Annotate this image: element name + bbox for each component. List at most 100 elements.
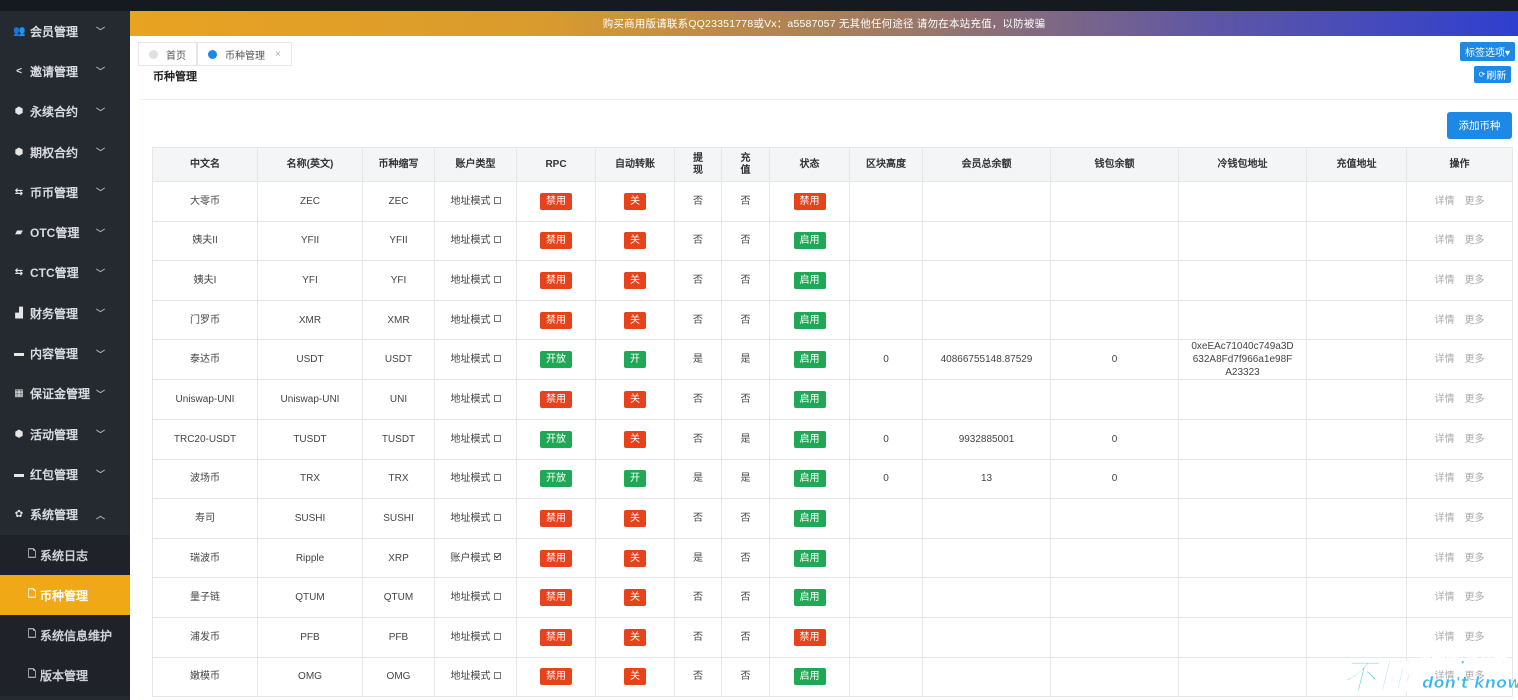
add-currency-button[interactable]: 添加币种 (1447, 112, 1512, 139)
rpc-badge[interactable]: 禁用 (540, 192, 572, 210)
account-type-checkbox[interactable] (493, 275, 501, 283)
more-link[interactable]: 更多 (1465, 592, 1485, 603)
auto-transfer-badge[interactable]: 关 (624, 232, 646, 250)
more-link[interactable]: 更多 (1465, 275, 1485, 286)
auto-transfer-badge[interactable]: 关 (624, 589, 646, 607)
status-badge[interactable]: 启用 (793, 271, 826, 289)
auto-transfer-badge[interactable]: 关 (624, 509, 646, 527)
status-badge[interactable]: 启用 (793, 509, 826, 527)
detail-link[interactable]: 详情 (1435, 632, 1455, 643)
detail-link[interactable]: 详情 (1435, 235, 1455, 246)
sidebar-item[interactable]: < 邀请管理 ﹀ (0, 51, 130, 91)
sidebar-item[interactable]: ⇆ 币币管理 ﹀ (0, 172, 130, 212)
rpc-badge[interactable]: 禁用 (540, 549, 572, 567)
account-type-checkbox[interactable] (493, 474, 501, 482)
status-badge[interactable]: 启用 (793, 351, 826, 369)
status-badge[interactable]: 启用 (793, 470, 826, 488)
detail-link[interactable]: 详情 (1435, 315, 1455, 326)
rpc-badge[interactable]: 禁用 (540, 628, 572, 646)
detail-link[interactable]: 详情 (1435, 473, 1455, 484)
status-badge[interactable]: 启用 (793, 589, 826, 607)
account-type-checkbox[interactable] (493, 593, 501, 600)
account-type-checkbox[interactable] (493, 236, 501, 244)
account-type-checkbox[interactable] (493, 434, 501, 442)
more-link[interactable]: 更多 (1465, 394, 1485, 405)
rpc-badge[interactable]: 开放 (540, 470, 572, 488)
auto-transfer-badge[interactable]: 关 (624, 549, 646, 567)
sidebar-subitem[interactable]: 🗋 系统日志 (0, 534, 130, 576)
auto-transfer-badge[interactable]: 关 (624, 668, 646, 686)
auto-transfer-badge[interactable]: 开 (624, 351, 646, 369)
rpc-badge[interactable]: 禁用 (540, 509, 572, 527)
auto-transfer-badge[interactable]: 关 (624, 192, 646, 210)
status-badge[interactable]: 启用 (793, 430, 826, 448)
detail-link[interactable]: 详情 (1435, 354, 1455, 365)
status-badge[interactable]: 启用 (793, 232, 826, 250)
more-link[interactable]: 更多 (1465, 632, 1485, 643)
more-link[interactable]: 更多 (1465, 235, 1485, 246)
sidebar-subitem[interactable]: 🗋 系统信息维护 (0, 615, 130, 656)
sidebar-item[interactable]: ⬢ 永续合约 ﹀ (0, 92, 130, 132)
status-badge[interactable]: 启用 (793, 311, 826, 329)
tab-currency-management[interactable]: 币种管理 × (197, 42, 292, 66)
account-type-label: 地址模式 (450, 631, 491, 643)
more-link[interactable]: 更多 (1465, 473, 1485, 484)
detail-link[interactable]: 详情 (1435, 513, 1455, 524)
sidebar-item[interactable]: ⬢ 活动管理 ﹀ (0, 414, 130, 454)
status-badge[interactable]: 禁用 (793, 192, 826, 210)
more-link[interactable]: 更多 (1465, 434, 1485, 445)
more-link[interactable]: 更多 (1465, 196, 1485, 207)
account-type-checkbox[interactable] (493, 196, 501, 204)
rpc-badge[interactable]: 开放 (540, 351, 572, 369)
sidebar-item[interactable]: ▟ 财务管理 ﹀ (0, 293, 130, 333)
status-badge[interactable]: 禁用 (793, 628, 826, 646)
account-type-checkbox[interactable] (493, 632, 501, 640)
auto-transfer-badge[interactable]: 关 (624, 311, 646, 329)
rpc-badge[interactable]: 禁用 (540, 391, 572, 409)
sidebar-subitem[interactable]: 🗋 币种管理 (0, 575, 130, 616)
close-icon[interactable]: × (275, 49, 281, 60)
sidebar-subitem[interactable]: 🗋 版本管理 (0, 655, 130, 697)
detail-link[interactable]: 详情 (1435, 592, 1455, 603)
sidebar-item[interactable]: ▬ 红包管理 ﹀ (0, 454, 130, 494)
rpc-badge[interactable]: 禁用 (540, 311, 572, 329)
sidebar-item[interactable]: 👥 会员管理 ﹀ (0, 11, 130, 51)
auto-transfer-badge[interactable]: 关 (624, 391, 646, 409)
auto-transfer-badge[interactable]: 关 (624, 271, 646, 289)
sidebar-item[interactable]: ⇆ CTC管理 ﹀ (0, 253, 130, 293)
account-type-checkbox[interactable] (493, 553, 501, 561)
auto-transfer-badge[interactable]: 开 (624, 470, 646, 488)
rpc-badge[interactable]: 禁用 (540, 232, 572, 250)
rpc-badge[interactable]: 禁用 (540, 668, 572, 686)
detail-link[interactable]: 详情 (1435, 275, 1455, 286)
sidebar-item[interactable]: ▦ 保证金管理 ﹀ (0, 374, 130, 414)
rpc-badge[interactable]: 开放 (540, 430, 572, 448)
rpc-badge[interactable]: 禁用 (540, 589, 572, 607)
tab-home[interactable]: 首页 (138, 42, 197, 66)
detail-link[interactable]: 详情 (1435, 394, 1455, 405)
sidebar-item[interactable]: ▰ OTC管理 ﹀ (0, 212, 130, 252)
status-badge[interactable]: 启用 (793, 668, 826, 686)
account-type-checkbox[interactable] (493, 315, 501, 323)
detail-link[interactable]: 详情 (1435, 196, 1455, 207)
detail-link[interactable]: 详情 (1435, 553, 1455, 564)
account-type-checkbox[interactable] (493, 513, 501, 521)
more-link[interactable]: 更多 (1465, 315, 1485, 326)
sidebar-item[interactable]: ✿ 系统管理 ︿ (0, 495, 130, 535)
status-badge[interactable]: 启用 (793, 549, 826, 567)
more-link[interactable]: 更多 (1465, 354, 1485, 365)
auto-transfer-badge[interactable]: 关 (624, 430, 646, 448)
more-link[interactable]: 更多 (1465, 553, 1485, 564)
detail-link[interactable]: 详情 (1435, 434, 1455, 445)
rpc-badge[interactable]: 禁用 (540, 271, 572, 289)
account-type-checkbox[interactable] (493, 672, 501, 680)
status-badge[interactable]: 启用 (793, 391, 826, 409)
account-type-checkbox[interactable] (493, 395, 501, 403)
more-link[interactable]: 更多 (1465, 513, 1485, 524)
account-type-checkbox[interactable] (493, 355, 501, 363)
auto-transfer-badge[interactable]: 关 (624, 628, 646, 646)
refresh-button[interactable]: ⟳ 刷新 (1474, 66, 1511, 83)
tag-options-button[interactable]: 标签选项▾ (1460, 42, 1515, 61)
sidebar-item[interactable]: ▬ 内容管理 ﹀ (0, 333, 130, 373)
sidebar-item[interactable]: ⬢ 期权合约 ﹀ (0, 132, 130, 172)
